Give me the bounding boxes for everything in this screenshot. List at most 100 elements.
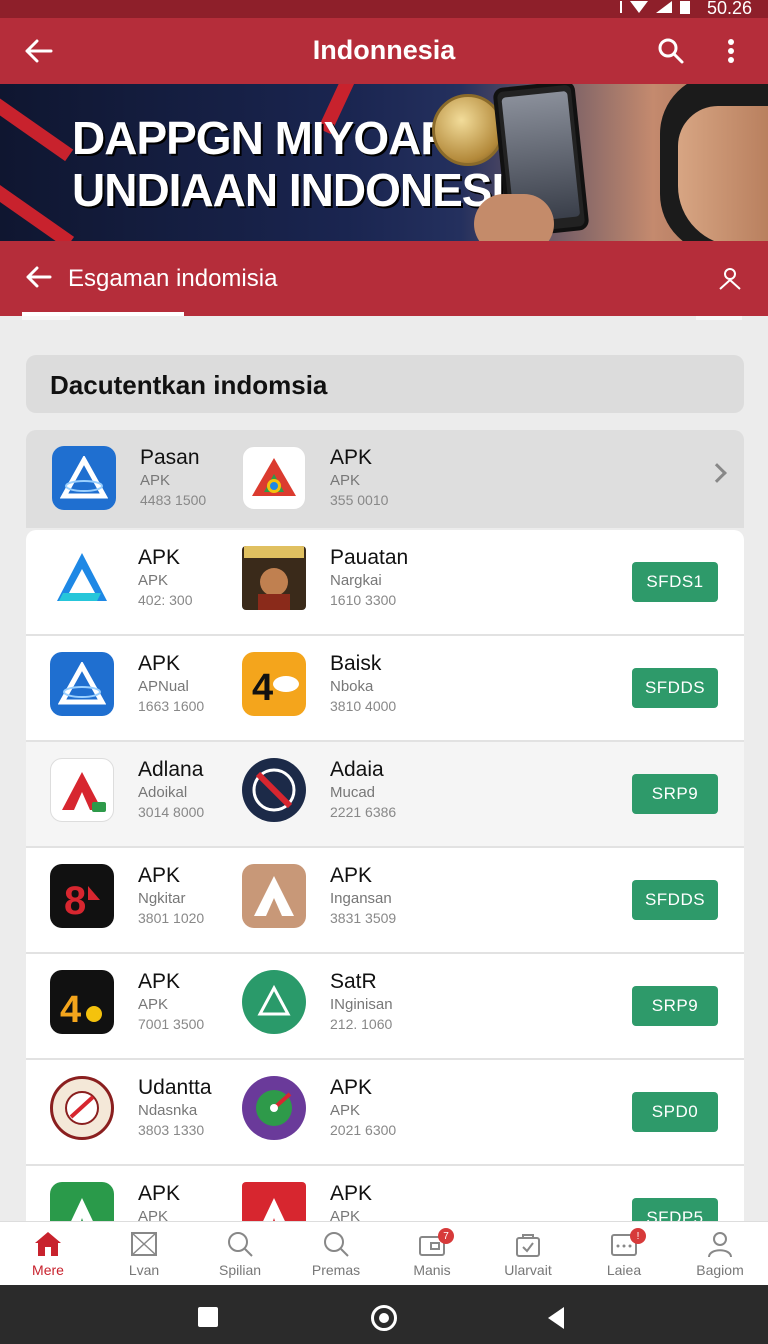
more-options-button[interactable]	[716, 34, 746, 68]
list-row[interactable]: 4 APK APK 7001 3500 SatR INginisan 212. …	[26, 954, 744, 1060]
chevron-right-icon[interactable]	[707, 463, 727, 483]
app-item[interactable]: SatR INginisan 212. 1060	[242, 968, 442, 1046]
notification-badge: 7	[438, 1228, 454, 1244]
recents-button[interactable]	[198, 1307, 218, 1327]
battery-icon	[680, 0, 690, 14]
four-cloud-icon: 4	[242, 652, 306, 716]
person-icon	[708, 1232, 732, 1258]
list-row[interactable]: APK APNual 1663 1600 4 Baisk Nboka 3810 …	[26, 636, 744, 742]
install-button[interactable]: SPD0	[632, 1092, 718, 1132]
app-count: 3803 1330	[138, 1122, 205, 1138]
user-icon	[719, 268, 741, 290]
profile-button[interactable]	[716, 265, 744, 293]
sub-back-button[interactable]	[24, 263, 54, 291]
app-type: INginisan	[330, 996, 393, 1013]
nav-item-mail[interactable]: Lvan	[96, 1222, 192, 1285]
scroll-peek	[22, 316, 70, 320]
section-header: Dacutentkan indomsia	[26, 355, 744, 413]
list-row[interactable]: 8 APK Ngkitar 3801 1020 APK Ingansan 383…	[26, 848, 744, 954]
list-row[interactable]: Udantta Ndasnka 3803 1330 APK APK 2021 6…	[26, 1060, 744, 1166]
poster-icon	[242, 546, 306, 610]
list-row[interactable]: Adlana Adoikal 3014 8000 Adaia Mucad 222…	[26, 742, 744, 848]
app-count: 1663 1600	[138, 698, 205, 714]
app-type: APK	[138, 996, 169, 1013]
app-name: Pasan	[140, 446, 200, 469]
hand-image	[474, 194, 554, 241]
app-item[interactable]: 4 APK APK 7001 3500	[50, 968, 250, 1046]
triangle-logo-icon	[50, 652, 114, 716]
app-item[interactable]: APK APK 402: 300	[50, 544, 250, 622]
app-type: Nargkai	[330, 572, 382, 589]
app-item[interactable]: Adaia Mucad 2221 6386	[242, 756, 442, 834]
app-name: SatR	[330, 970, 377, 993]
install-button[interactable]: SFDS1	[632, 562, 718, 602]
nav-label: Manis	[413, 1262, 451, 1278]
install-button[interactable]: SFDDS	[632, 668, 718, 708]
page-title: Indonnesia	[312, 35, 456, 65]
bluetooth-icon	[612, 1, 622, 13]
app-item[interactable]: Adlana Adoikal 3014 8000	[50, 756, 250, 834]
status-bar: 50.26	[0, 0, 768, 18]
eight-icon: 8	[50, 864, 114, 928]
search-icon	[658, 38, 684, 64]
app-type: Mucad	[330, 784, 376, 801]
app-name: APK	[138, 1182, 181, 1205]
app-name: APK	[138, 546, 181, 569]
app-name: APK	[330, 1076, 373, 1099]
status-icons	[612, 0, 690, 14]
app-item[interactable]: APK APNual 1663 1600	[50, 650, 250, 728]
sub-toolbar: Esgaman indomisia	[0, 241, 768, 316]
promo-banner[interactable]: DAPPGN MIYOAR UNDIAAN INDONESIA	[0, 84, 768, 241]
app-count: 3831 3509	[330, 910, 397, 926]
triangle-logo-icon	[52, 446, 116, 510]
nav-label: Lvan	[128, 1262, 160, 1278]
app-item[interactable]: APK APK 355 0010	[242, 444, 442, 522]
app-count: 2021 6300	[330, 1122, 397, 1138]
nav-item-search[interactable]: Spilian	[192, 1222, 288, 1285]
app-item[interactable]: APK APK 2021 6300	[242, 1074, 442, 1152]
home-button[interactable]	[371, 1305, 397, 1331]
app-type: Ingansan	[330, 890, 392, 907]
app-count: 355 0010	[330, 492, 389, 508]
nav-item-bag[interactable]: Ularvait	[480, 1222, 576, 1285]
nav-label: Spilian	[218, 1262, 262, 1278]
svg-text:4: 4	[252, 667, 273, 709]
app-item[interactable]: Udantta Ndasnka 3803 1330	[50, 1074, 250, 1152]
blue-a-icon	[50, 546, 114, 610]
app-bar: Indonnesia	[0, 18, 768, 84]
search-button[interactable]	[654, 34, 688, 68]
app-item[interactable]: Pasan APK 4483 1500	[52, 444, 252, 522]
app-count: 7001 3500	[138, 1016, 205, 1032]
system-back-button[interactable]	[548, 1307, 564, 1329]
app-name: Pauatan	[330, 546, 409, 569]
nav-item-profile[interactable]: Bagiom	[672, 1222, 768, 1285]
app-count: 3014 8000	[138, 804, 205, 820]
app-item[interactable]: 4 Baisk Nboka 3810 4000	[242, 650, 442, 728]
nav-item-home[interactable]: Mere	[0, 1222, 96, 1285]
app-item[interactable]: 8 APK Ngkitar 3801 1020	[50, 862, 250, 940]
app-count: 212. 1060	[330, 1016, 393, 1032]
svg-text:8: 8	[64, 879, 86, 923]
nav-item-calendar[interactable]: ! Laiea	[576, 1222, 672, 1285]
app-name: APK	[330, 1182, 373, 1205]
install-button[interactable]: SRP9	[632, 986, 718, 1026]
system-navigation-bar	[0, 1285, 768, 1344]
nav-item-search-2[interactable]: Premas	[288, 1222, 384, 1285]
scroll-peek	[696, 316, 742, 320]
list-row[interactable]: APK APK 402: 300 Pauatan Nargkai 1610 33…	[26, 530, 744, 636]
install-button[interactable]: SFDDS	[632, 880, 718, 920]
install-button[interactable]: SRP9	[632, 774, 718, 814]
featured-row[interactable]: Pasan APK 4483 1500 APK APK 355 0010	[26, 430, 744, 528]
sub-toolbar-label: Esgaman indomisia	[68, 265, 278, 292]
nav-item-wallet[interactable]: 7 Manis	[384, 1222, 480, 1285]
app-type: Nboka	[330, 678, 374, 695]
compass-icon	[242, 1076, 306, 1140]
green-circle-icon	[242, 970, 306, 1034]
app-item[interactable]: Pauatan Nargkai 1610 3300	[242, 544, 442, 622]
app-type: APK	[138, 572, 169, 589]
app-count: 3810 4000	[330, 698, 397, 714]
blocked-icon	[242, 758, 306, 822]
app-item[interactable]: APK Ingansan 3831 3509	[242, 862, 442, 940]
arrow-left-icon	[26, 266, 52, 288]
nav-label: Mere	[32, 1262, 64, 1278]
